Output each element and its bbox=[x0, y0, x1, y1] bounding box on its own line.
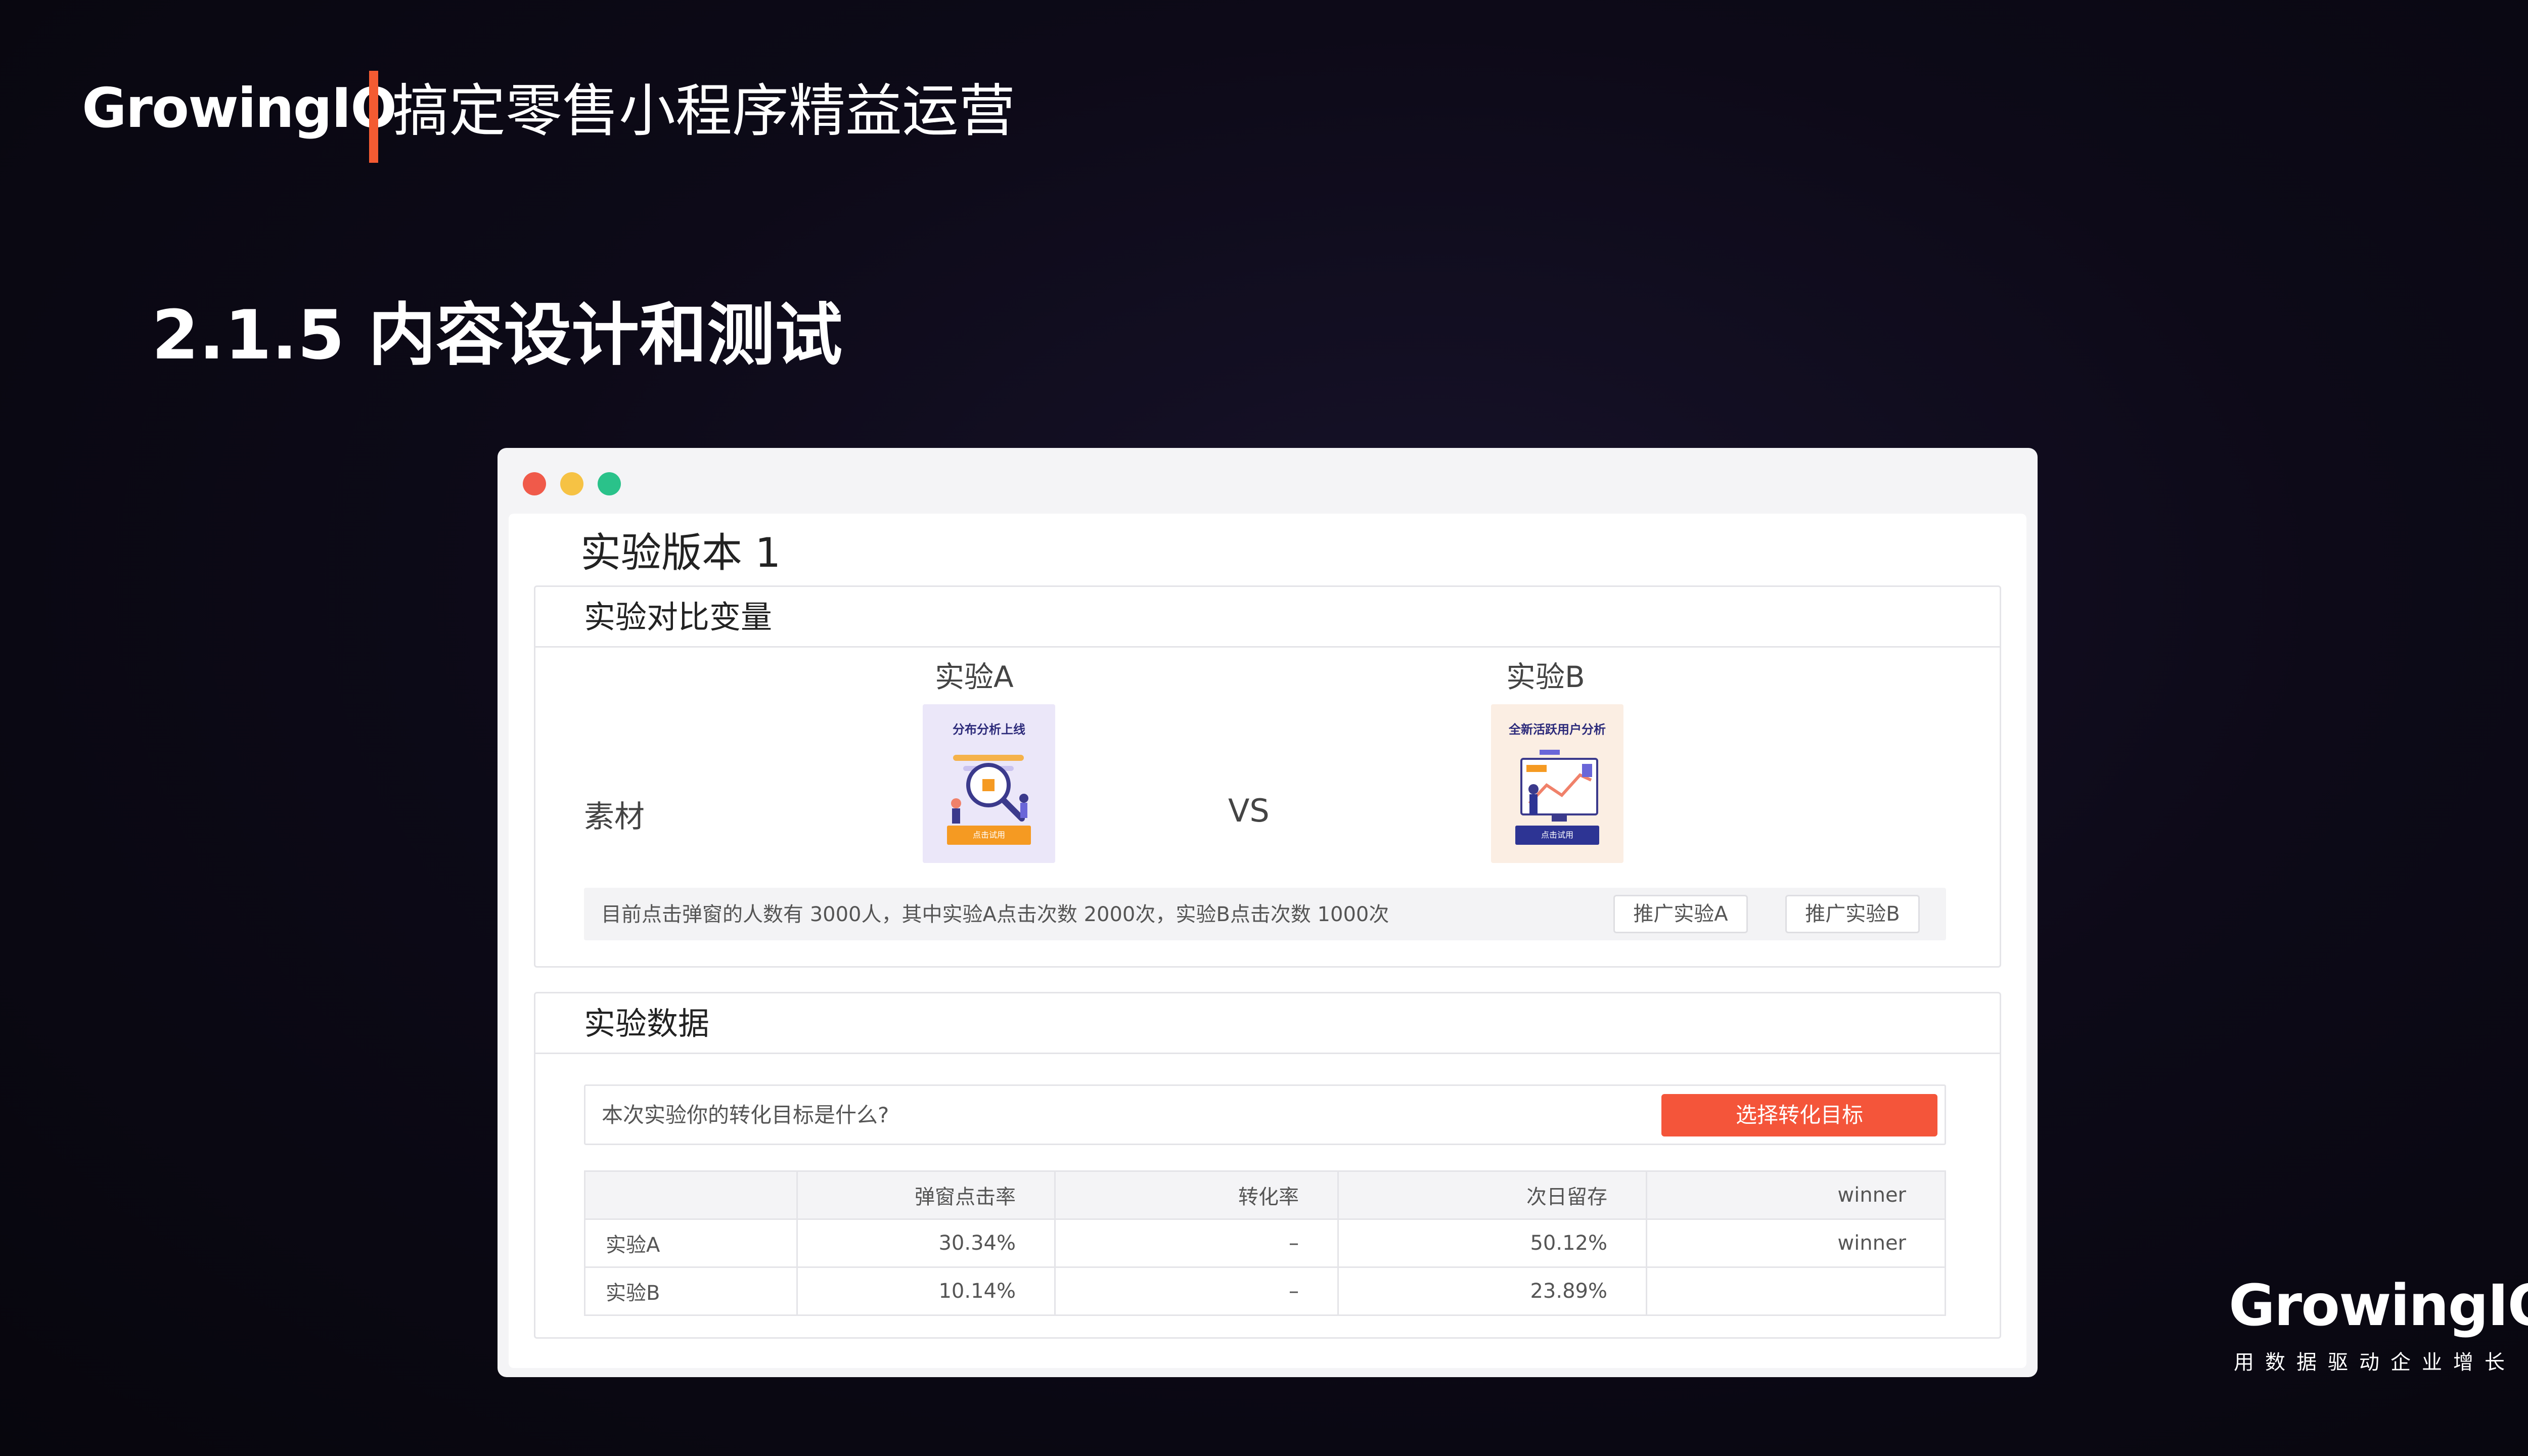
table-row: 实验A 30.34% – 50.12% winner bbox=[584, 1218, 1946, 1268]
variables-panel: 实验对比变量 实验A 实验B 素材 分布分析上线 点击试用 VS 全新活跃用户分… bbox=[534, 585, 2001, 968]
table-cell: – bbox=[1054, 1218, 1339, 1268]
conversion-goal-prompt: 本次实验你的转化目标是什么? bbox=[602, 1103, 889, 1127]
table-cell: 实验B bbox=[584, 1266, 798, 1316]
growingio-footer-logo: GrowingIO bbox=[2229, 1273, 2528, 1339]
experiment-b-label: 实验B bbox=[1506, 660, 1585, 694]
table-cell bbox=[1646, 1266, 1946, 1316]
conversion-goal-bar: 本次实验你的转化目标是什么? 选择转化目标 bbox=[584, 1084, 1946, 1145]
table-header-cell: 转化率 bbox=[1054, 1170, 1339, 1220]
window-content: 实验版本 1 实验对比变量 实验A 实验B 素材 分布分析上线 点击试用 VS … bbox=[509, 514, 2026, 1368]
header-divider bbox=[369, 71, 378, 163]
table-header-cell: 次日留存 bbox=[1337, 1170, 1647, 1220]
header-title: 搞定零售小程序精益运营 bbox=[392, 78, 1015, 144]
table-cell: 23.89% bbox=[1337, 1266, 1647, 1316]
material-label: 素材 bbox=[584, 799, 645, 835]
experiment-b-creative[interactable]: 全新活跃用户分析 点击试用 bbox=[1491, 704, 1623, 863]
data-panel-heading: 实验数据 bbox=[584, 1005, 710, 1042]
experiment-summary-bar: 目前点击弹窗的人数有 3000人，其中实验A点击次数 2000次，实验B点击次数… bbox=[584, 888, 1946, 940]
window-close-button[interactable] bbox=[523, 472, 546, 495]
table-cell: winner bbox=[1646, 1218, 1946, 1268]
data-panel-header: 实验数据 bbox=[535, 993, 2000, 1054]
table-cell: – bbox=[1054, 1266, 1339, 1316]
variables-panel-header: 实验对比变量 bbox=[535, 587, 2000, 648]
variables-panel-heading: 实验对比变量 bbox=[584, 599, 773, 635]
table-row: 实验B 10.14% – 23.89% bbox=[584, 1266, 1946, 1316]
table-cell: 10.14% bbox=[796, 1266, 1056, 1316]
promote-experiment-b-button[interactable]: 推广实验B bbox=[1785, 895, 1920, 933]
promote-experiment-a-button[interactable]: 推广实验A bbox=[1613, 895, 1748, 933]
footer-tagline: 用数据驱动企业增长 bbox=[2234, 1351, 2516, 1374]
table-cell: 50.12% bbox=[1337, 1218, 1647, 1268]
experiment-data-panel: 实验数据 本次实验你的转化目标是什么? 选择转化目标 弹窗点击率 转化率 次日留… bbox=[534, 992, 2001, 1339]
window-minimize-button[interactable] bbox=[560, 472, 583, 495]
experiment-summary-text: 目前点击弹窗的人数有 3000人，其中实验A点击次数 2000次，实验B点击次数… bbox=[601, 903, 1389, 926]
experiment-results-table: 弹窗点击率 转化率 次日留存 winner 实验A 30.34% – 50.12… bbox=[584, 1170, 1946, 1316]
experiment-a-label: 实验A bbox=[935, 660, 1014, 694]
table-header-cell: 弹窗点击率 bbox=[796, 1170, 1056, 1220]
table-header-cell: winner bbox=[1646, 1170, 1946, 1220]
section-title: 2.1.5 内容设计和测试 bbox=[152, 296, 843, 375]
select-conversion-goal-button[interactable]: 选择转化目标 bbox=[1661, 1094, 1937, 1136]
window-maximize-button[interactable] bbox=[598, 472, 621, 495]
app-window: 实验版本 1 实验对比变量 实验A 实验B 素材 分布分析上线 点击试用 VS … bbox=[498, 448, 2038, 1377]
table-header-row: 弹窗点击率 转化率 次日留存 winner bbox=[584, 1170, 1946, 1220]
creative-b-cta: 点击试用 bbox=[1515, 826, 1599, 845]
experiment-title: 实验版本 1 bbox=[580, 529, 781, 576]
table-cell: 30.34% bbox=[796, 1218, 1056, 1268]
table-cell: 实验A bbox=[584, 1218, 798, 1268]
creative-a-cta: 点击试用 bbox=[947, 826, 1031, 845]
growingio-logo: GrowingIO bbox=[82, 77, 397, 140]
experiment-a-creative[interactable]: 分布分析上线 点击试用 bbox=[923, 704, 1055, 863]
vs-label: VS bbox=[1228, 792, 1270, 829]
table-header-cell bbox=[584, 1170, 798, 1220]
